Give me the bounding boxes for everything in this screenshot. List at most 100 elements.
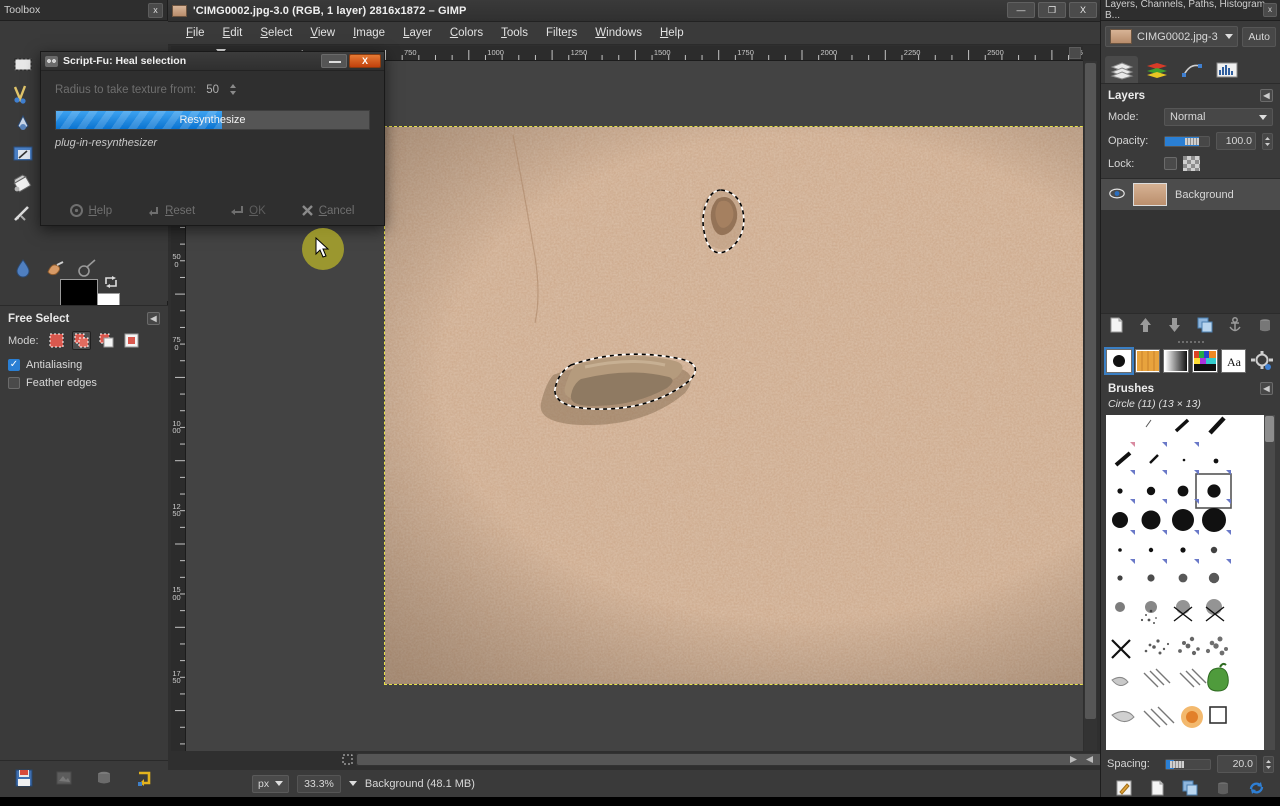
collapse-icon[interactable]: ◀ [1260, 89, 1273, 102]
spacing-value[interactable]: 20.0 [1217, 755, 1257, 773]
undo-button[interactable] [135, 769, 153, 790]
lock-alpha-icon[interactable] [1183, 156, 1200, 171]
fuzzy-select-tool[interactable] [8, 109, 38, 139]
refresh-brushes-button[interactable] [1248, 780, 1265, 799]
feather-edges-row[interactable]: Feather edges [0, 374, 168, 392]
mode-label: Mode: [1108, 111, 1158, 123]
anchor-layer-button[interactable] [1228, 317, 1242, 336]
cancel-button[interactable]: Cancel [301, 204, 355, 217]
antialiasing-checkbox[interactable] [8, 359, 20, 371]
image-selector[interactable]: CIMG0002.jpg-3 [1105, 26, 1238, 47]
radius-value[interactable]: 50 [206, 84, 219, 96]
help-button[interactable]: Help [70, 204, 112, 217]
brush-grid-scrollbar[interactable] [1264, 415, 1275, 750]
free-select-tool[interactable] [8, 79, 38, 109]
menu-windows[interactable]: Windows [587, 24, 650, 42]
delete-button[interactable] [95, 769, 113, 790]
navigation-preview-button[interactable] [1083, 753, 1096, 766]
menu-edit[interactable]: Edit [215, 24, 251, 42]
lock-pixels-checkbox[interactable] [1164, 157, 1177, 170]
menu-view[interactable]: View [302, 24, 343, 42]
zoom-image-button[interactable] [340, 753, 354, 766]
vertical-scrollbar-thumb[interactable] [1085, 63, 1096, 719]
brush-grid[interactable] [1106, 415, 1275, 750]
spacing-spinner[interactable] [1263, 756, 1274, 773]
zoom-chevron-down-icon[interactable] [349, 781, 357, 786]
tab-tool-presets[interactable] [1249, 349, 1275, 373]
script-fu-dialog[interactable]: Script-Fu: Heal selection X Radius to ta… [40, 51, 385, 226]
new-brush-button[interactable] [1150, 780, 1165, 799]
mode-dropdown[interactable]: Normal [1164, 108, 1273, 126]
close-button[interactable]: X [1069, 2, 1097, 18]
radius-spinner[interactable] [229, 83, 237, 96]
raise-layer-button[interactable] [1139, 317, 1152, 336]
mode-subtract[interactable] [97, 331, 116, 350]
vertical-scrollbar[interactable] [1084, 61, 1097, 751]
blur-tool[interactable] [8, 253, 38, 283]
menu-filters[interactable]: Filters [538, 24, 585, 42]
delete-brush-button[interactable] [1216, 780, 1230, 799]
spacing-slider-handle[interactable] [1170, 761, 1184, 768]
tool-options-header: Free Select ◀ [0, 306, 168, 329]
duplicate-layer-button[interactable] [1197, 317, 1213, 336]
tab-histogram[interactable] [1210, 56, 1243, 83]
rect-select-tool[interactable] [8, 49, 38, 79]
menu-help[interactable]: Help [652, 24, 692, 42]
revert-button[interactable] [55, 769, 73, 790]
reset-button[interactable]: Reset [147, 204, 195, 217]
menu-file[interactable]: File [178, 24, 213, 42]
brush-grid-scrollbar-thumb[interactable] [1265, 416, 1274, 442]
crop-tool[interactable] [8, 139, 38, 169]
antialiasing-row[interactable]: Antialiasing [0, 356, 168, 374]
tab-layers[interactable] [1105, 56, 1138, 83]
new-layer-button[interactable] [1109, 317, 1124, 336]
mode-intersect[interactable] [122, 331, 141, 350]
mode-add[interactable] [72, 331, 91, 350]
save-button[interactable] [15, 769, 33, 790]
layer-list[interactable]: Background [1101, 178, 1280, 313]
toolbox-close-button[interactable]: x [148, 3, 163, 18]
tab-patterns[interactable] [1135, 349, 1161, 373]
delete-layer-button[interactable] [1258, 317, 1272, 336]
opacity-slider[interactable] [1164, 136, 1210, 147]
ink-tool[interactable] [8, 199, 38, 229]
opacity-value[interactable]: 100.0 [1216, 132, 1256, 150]
opacity-spinner[interactable] [1262, 133, 1273, 150]
opacity-slider-handle[interactable] [1185, 138, 1199, 145]
tab-brushes[interactable] [1106, 349, 1132, 373]
ok-button[interactable]: OK [230, 204, 266, 217]
menu-colors[interactable]: Colors [442, 24, 491, 42]
maximize-button[interactable]: ❐ [1038, 2, 1066, 18]
swap-colors-icon[interactable] [104, 275, 118, 289]
photo-layer[interactable] [385, 127, 1083, 684]
tab-channels[interactable] [1140, 56, 1173, 83]
tab-gradients[interactable] [1163, 349, 1189, 373]
tab-fonts[interactable]: Aa [1221, 349, 1247, 373]
layer-row[interactable]: Background [1101, 179, 1280, 210]
collapse-icon[interactable]: ◀ [1260, 382, 1273, 395]
mode-replace[interactable] [47, 331, 66, 350]
quickmask-corner-icon[interactable] [1069, 47, 1081, 59]
layer-visibility-icon[interactable] [1109, 188, 1125, 202]
bucket-fill-tool[interactable] [8, 169, 38, 199]
tab-palettes[interactable] [1192, 349, 1218, 373]
minimize-button[interactable] [321, 54, 347, 68]
navigation-button[interactable] [1067, 753, 1080, 766]
close-button[interactable]: X [349, 54, 381, 68]
menu-layer[interactable]: Layer [395, 24, 440, 42]
duplicate-brush-button[interactable] [1182, 780, 1198, 799]
tab-paths[interactable] [1175, 56, 1208, 83]
dock-close-button[interactable]: x [1263, 3, 1277, 17]
lower-layer-button[interactable] [1168, 317, 1181, 336]
menu-select[interactable]: Select [252, 24, 300, 42]
edit-brush-button[interactable] [1116, 780, 1132, 799]
minimize-button[interactable]: — [1007, 2, 1035, 18]
menu-image[interactable]: Image [345, 24, 393, 42]
spacing-slider[interactable] [1165, 759, 1211, 770]
zoom-level-field[interactable]: 33.3% [297, 775, 341, 793]
auto-button[interactable]: Auto [1242, 27, 1276, 47]
feather-edges-checkbox[interactable] [8, 377, 20, 389]
collapse-icon[interactable]: ◀ [147, 312, 160, 325]
unit-selector[interactable]: px [252, 775, 289, 793]
menu-tools[interactable]: Tools [493, 24, 536, 42]
